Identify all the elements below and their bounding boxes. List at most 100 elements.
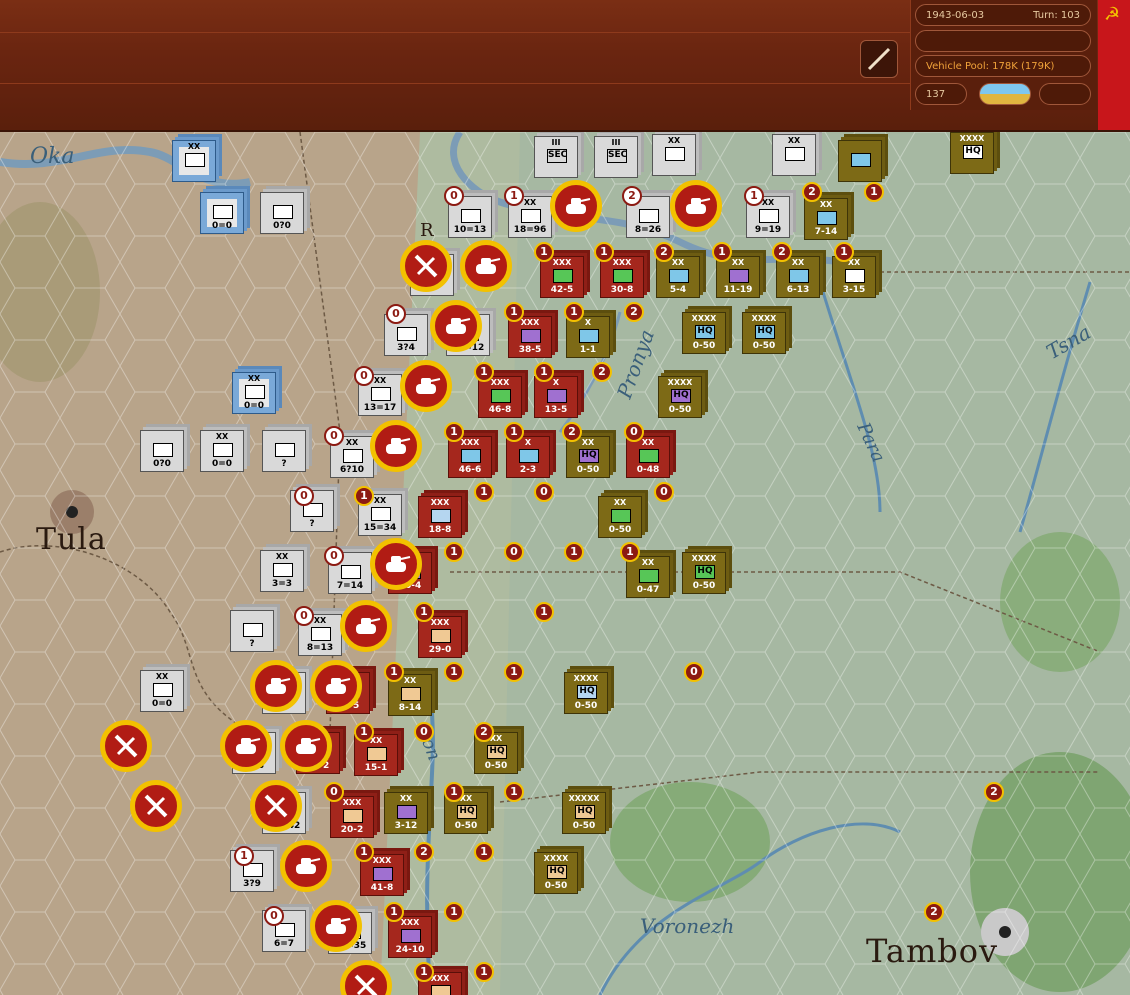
unit-strength: 7=14 (336, 581, 364, 591)
movement-badge: 1 (564, 542, 584, 562)
soviet-unit-counter[interactable]: XXX 38-5 (508, 316, 552, 358)
turn-info-panel: 1943-06-03 Turn: 103 Vehicle Pool: 178K … (910, 0, 1097, 110)
soviet-hq-counter[interactable]: XXXX HQ 0-50 (534, 852, 578, 894)
soviet-unit-counter[interactable] (838, 140, 882, 182)
unit-strength: 1-1 (579, 345, 597, 355)
aircraft-icon (144, 794, 168, 818)
soviet-unit-counter[interactable]: XXX 42-5 (540, 256, 584, 298)
movement-badge: 0 (444, 186, 464, 206)
aircraft-roundel[interactable] (130, 780, 182, 832)
unit-size: XX (187, 142, 201, 151)
german-unit-counter[interactable]: XX 3=3 (260, 550, 304, 592)
tank-roundel[interactable] (310, 660, 362, 712)
soviet-unit-counter[interactable]: XXX 46-6 (448, 436, 492, 478)
movement-badge: 1 (474, 842, 494, 862)
river-label-voronezh: Voronezh (640, 914, 735, 938)
soviet-hq-counter[interactable]: XXXX HQ 0-50 (682, 312, 726, 354)
soviet-unit-counter[interactable]: XXX 20-2 (330, 796, 374, 838)
german-unit-counter[interactable]: III SEC (594, 136, 638, 178)
tank-roundel[interactable] (370, 420, 422, 472)
soviet-unit-counter[interactable]: X 2-3 (506, 436, 550, 478)
infantry-symbol (371, 507, 391, 521)
tank-roundel[interactable] (460, 240, 512, 292)
unit-size: XXXX (543, 854, 569, 863)
soviet-unit-counter[interactable]: XX 11-19 (716, 256, 760, 298)
soviet-unit-counter[interactable]: XXX 24-10 (388, 916, 432, 958)
movement-badge: 1 (474, 362, 494, 382)
soviet-unit-counter[interactable]: XX 3-15 (832, 256, 876, 298)
tank-symbol (373, 867, 393, 881)
tank-roundel[interactable] (280, 840, 332, 892)
tank-roundel[interactable] (310, 900, 362, 952)
infantry-symbol (311, 627, 331, 641)
soviet-hq-counter[interactable]: XXXX HQ 0-50 (682, 552, 726, 594)
infantry-symbol (275, 443, 295, 457)
german-unit-counter[interactable]: 0=0 (200, 192, 244, 234)
soviet-unit-counter[interactable]: X 13-5 (534, 376, 578, 418)
empty-button[interactable] (1039, 83, 1091, 105)
tank-roundel[interactable] (220, 720, 272, 772)
unit-strength: 46-8 (488, 405, 512, 415)
soviet-unit-counter[interactable]: X 1-1 (566, 316, 610, 358)
unit-size: XX (247, 374, 261, 383)
soviet-hq-counter[interactable]: XXXXX HQ 0-50 (562, 792, 606, 834)
german-unit-counter[interactable]: XX 0=0 (232, 372, 276, 414)
unit-strength: 11-19 (723, 285, 753, 295)
tank-roundel[interactable] (670, 180, 722, 232)
tank-symbol (547, 389, 567, 403)
aircraft-roundel[interactable] (250, 780, 302, 832)
tank-roundel[interactable] (250, 660, 302, 712)
german-unit-counter[interactable]: ? (262, 430, 306, 472)
german-unit-counter[interactable]: 0?0 (140, 430, 184, 472)
soviet-unit-counter[interactable]: XX 5-4 (656, 256, 700, 298)
unit-strength: 3-12 (394, 821, 418, 831)
movement-badge: 1 (444, 662, 464, 682)
german-unit-counter[interactable]: XX (772, 134, 816, 176)
german-unit-counter[interactable]: XX (652, 134, 696, 176)
movement-badge: 0 (386, 304, 406, 324)
german-unit-counter[interactable]: 0?0 (260, 192, 304, 234)
unit-strength: 41-8 (370, 883, 394, 893)
german-unit-counter[interactable]: III SEC (534, 136, 578, 178)
movement-badge: 1 (354, 842, 374, 862)
aircraft-roundel[interactable] (100, 720, 152, 772)
aircraft-roundel[interactable] (400, 240, 452, 292)
soviet-hq-counter[interactable]: XXXX HQ 0-50 (564, 672, 608, 714)
soviet-unit-counter[interactable]: XX 0-48 (626, 436, 670, 478)
soviet-unit-counter[interactable]: XX 6-13 (776, 256, 820, 298)
unit-strength: 15=34 (363, 523, 397, 533)
unit-strength: ? (309, 519, 315, 529)
soviet-unit-counter[interactable]: XXX 30-8 (600, 256, 644, 298)
pencil-button[interactable] (860, 40, 898, 78)
tank-roundel[interactable] (370, 538, 422, 590)
tank-roundel[interactable] (400, 360, 452, 412)
soviet-hq-counter[interactable]: XXXX HQ (950, 132, 994, 174)
german-unit-counter[interactable]: XX 0=0 (200, 430, 244, 472)
soviet-hq-counter[interactable]: XXXX HQ 0-50 (658, 376, 702, 418)
german-unit-counter[interactable]: XX (172, 140, 216, 182)
german-unit-counter[interactable]: ? (230, 610, 274, 652)
soviet-unit-counter[interactable]: XX 7-14 (804, 198, 848, 240)
tank-roundel[interactable] (550, 180, 602, 232)
soviet-unit-counter[interactable]: XXX 29-0 (418, 616, 462, 658)
tank-roundel[interactable] (340, 600, 392, 652)
soviet-unit-counter[interactable]: XX 0-47 (626, 556, 670, 598)
unit-strength: 20-2 (340, 825, 364, 835)
soviet-unit-counter[interactable]: XXX 46-8 (478, 376, 522, 418)
soviet-unit-counter[interactable]: XXX 18-8 (418, 496, 462, 538)
unit-strength: 0-50 (668, 405, 692, 415)
soviet-hq-counter[interactable]: XX HQ 0-50 (566, 436, 610, 478)
unit-size: XX (787, 136, 801, 145)
tank-roundel[interactable] (430, 300, 482, 352)
weather-button[interactable] (979, 83, 1031, 105)
german-unit-counter[interactable]: XX 0=0 (140, 670, 184, 712)
strategic-map[interactable]: Tula Tambov R Oka Pronya Tsna Para Don V… (0, 132, 1130, 995)
tank-icon (416, 378, 441, 394)
unit-strength: 0-50 (574, 701, 598, 711)
tank-roundel[interactable] (280, 720, 332, 772)
movement-badge: 2 (772, 242, 792, 262)
soviet-unit-counter[interactable]: XX 0-50 (598, 496, 642, 538)
soviet-hq-counter[interactable]: XXXX HQ 0-50 (742, 312, 786, 354)
unit-strength: 8=13 (306, 643, 334, 653)
soviet-unit-counter[interactable]: XX 3-12 (384, 792, 428, 834)
